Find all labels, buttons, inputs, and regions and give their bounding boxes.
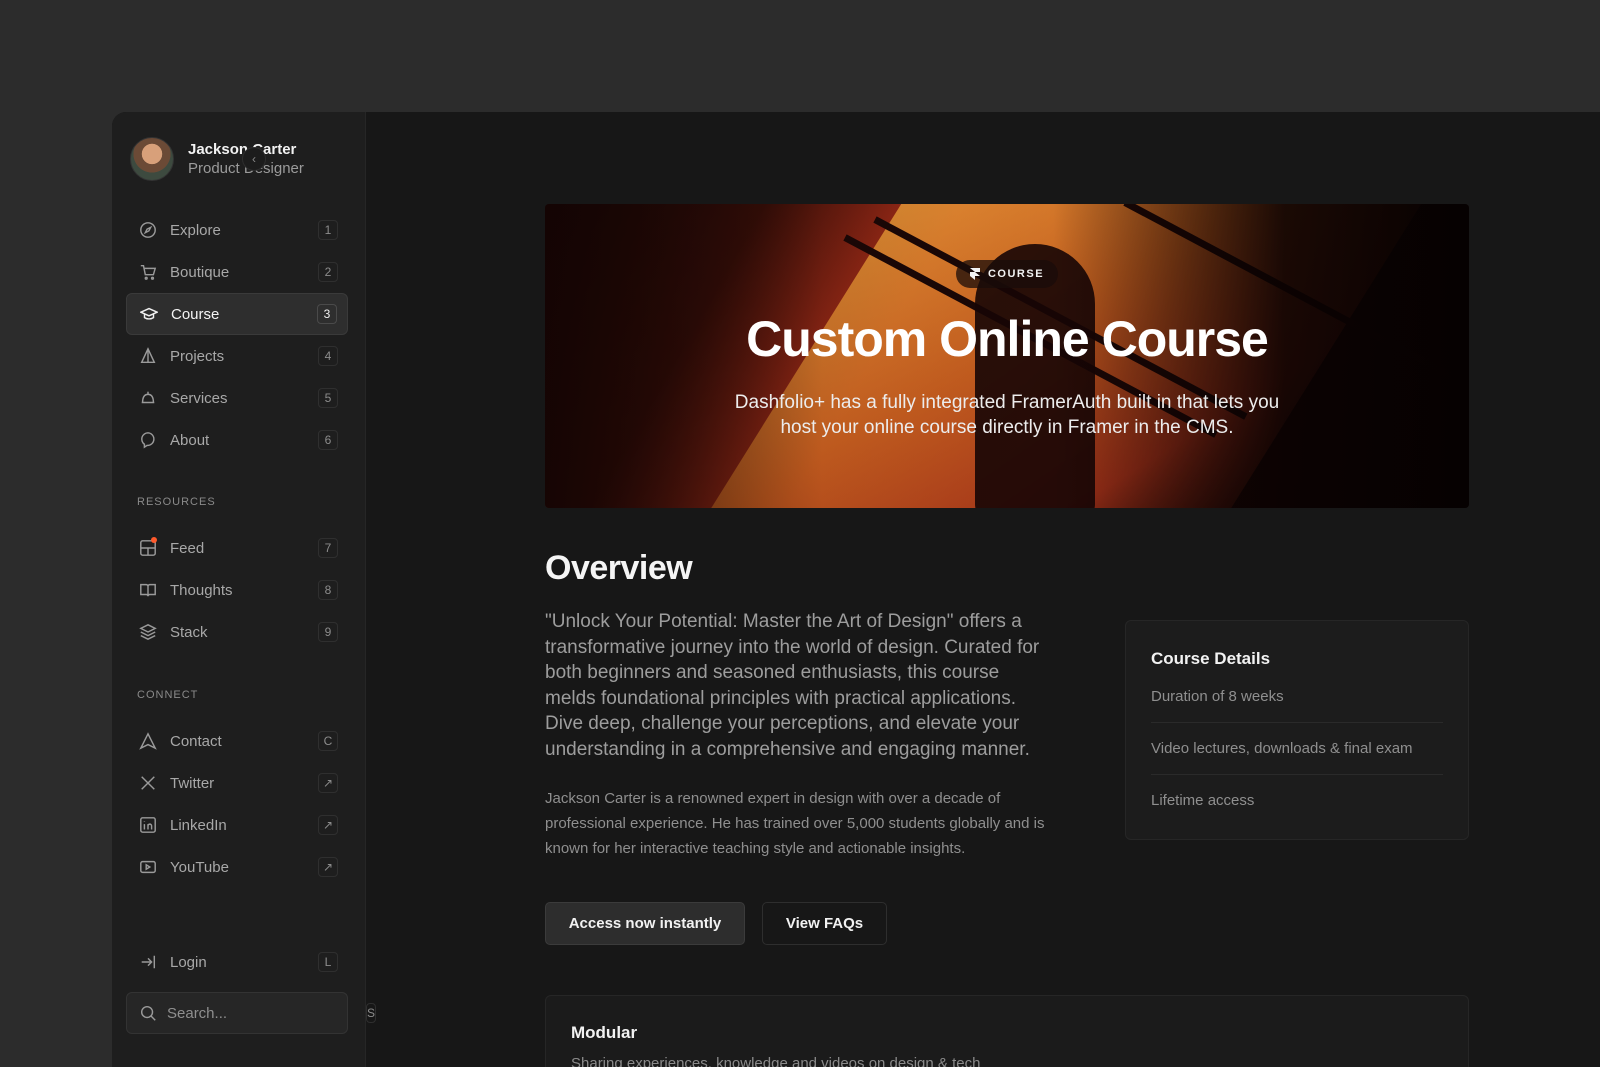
shortcut-key: 6 [318, 430, 338, 450]
login-arrow-icon [138, 952, 158, 972]
sidebar-item-label: Twitter [170, 774, 215, 792]
layers-icon [138, 622, 158, 642]
sidebar-item-label: Feed [170, 539, 205, 557]
shortcut-key: C [318, 731, 338, 751]
profile[interactable]: Jackson Carter Product Designer [130, 137, 304, 181]
shortcut-key: 5 [318, 388, 338, 408]
shortcut-key: 3 [317, 304, 337, 324]
main-nav: Explore 1 Boutique 2 Course 3 Projects 4… [126, 209, 348, 461]
course-details-card: Course Details Duration of 8 weeks Video… [1125, 620, 1469, 840]
youtube-icon [138, 857, 158, 877]
bell-icon [138, 388, 158, 408]
send-icon [138, 731, 158, 751]
overview-title: Overview [545, 549, 693, 587]
sidebar-item-feed[interactable]: Feed 7 [126, 527, 348, 569]
app-window: Jackson Carter Product Designer Explore … [112, 112, 1600, 1067]
sidebar-item-label: About [170, 431, 210, 449]
linkedin-icon [138, 815, 158, 835]
course-details-title: Course Details [1151, 649, 1271, 668]
x-logo-icon [138, 773, 158, 793]
course-badge: COURSE [955, 260, 1059, 288]
shortcut-key: 4 [318, 346, 338, 366]
overview-body: Jackson Carter is a renowned expert in d… [545, 790, 1045, 857]
sidebar-item-label: Contact [170, 732, 222, 750]
search-input[interactable] [167, 1004, 366, 1022]
sidebar-item-contact[interactable]: Contact C [126, 720, 348, 762]
search-icon [139, 1003, 157, 1023]
shortcut-key: 8 [318, 580, 338, 600]
access-now-button[interactable]: Access now instantly [545, 902, 745, 945]
shortcut-key: L [318, 952, 338, 972]
shapes-icon [138, 346, 158, 366]
modular-card: Modular Sharing experiences, knowledge a… [545, 995, 1469, 1067]
search-box[interactable]: S [126, 992, 377, 1034]
external-link-icon: ↗ [318, 773, 338, 793]
hero-subtitle: Dashfolio+ has a fully integrated Framer… [734, 392, 1280, 438]
sidebar-item-youtube[interactable]: YouTube ↗ [126, 846, 348, 888]
graduation-cap-icon [139, 304, 159, 324]
resources-nav: Feed 7 Thoughts 8 Stack 9 [126, 527, 348, 653]
sidebar-item-label: Thoughts [170, 581, 233, 599]
shortcut-key: 7 [318, 538, 338, 558]
sidebar-item-label: Stack [170, 623, 208, 641]
sidebar-item-linkedin[interactable]: LinkedIn ↗ [126, 804, 348, 846]
framer-logo-icon [969, 268, 980, 280]
hero-banner: COURSE Custom Online Course Dashfolio+ h… [545, 204, 1469, 508]
course-badge-label: COURSE [987, 268, 1045, 280]
notification-dot [151, 537, 157, 543]
sidebar-item-label: Explore [170, 221, 221, 239]
sidebar-item-about[interactable]: About 6 [126, 419, 348, 461]
section-label-resources: RESOURCES [137, 496, 216, 508]
sidebar: Jackson Carter Product Designer Explore … [112, 112, 377, 1067]
sidebar-collapse-button[interactable]: ‹ [242, 147, 266, 171]
section-label-connect: CONNECT [137, 689, 199, 701]
course-detail-item: Video lectures, downloads & final exam [1151, 723, 1443, 775]
sidebar-item-course[interactable]: Course 3 [126, 293, 348, 335]
avatar [130, 137, 174, 181]
sidebar-item-explore[interactable]: Explore 1 [126, 209, 348, 251]
shortcut-key: 2 [318, 262, 338, 282]
hero-title: Custom Online Course [746, 311, 1269, 367]
sidebar-item-label: Projects [170, 347, 225, 365]
sidebar-item-stack[interactable]: Stack 9 [126, 611, 348, 653]
modular-title: Modular [571, 1023, 638, 1042]
course-detail-item: Lifetime access [1151, 792, 1255, 809]
sidebar-item-thoughts[interactable]: Thoughts 8 [126, 569, 348, 611]
cart-icon [138, 262, 158, 282]
sidebar-item-label: Course [171, 305, 220, 323]
chat-bubble-icon [138, 430, 158, 450]
shortcut-key: 1 [318, 220, 338, 240]
connect-nav: Contact C Twitter ↗ LinkedIn ↗ YouTube ↗ [126, 720, 348, 888]
view-faqs-button[interactable]: View FAQs [762, 902, 887, 945]
chevron-left-icon: ‹ [252, 152, 256, 166]
sidebar-item-projects[interactable]: Projects 4 [126, 335, 348, 377]
modular-subtitle: Sharing experiences, knowledge and video… [571, 1055, 981, 1067]
sidebar-item-label: LinkedIn [170, 816, 227, 834]
shortcut-key: S [366, 1003, 377, 1023]
sidebar-item-label: YouTube [170, 858, 229, 876]
compass-icon [138, 220, 158, 240]
sidebar-item-label: Login [170, 953, 207, 971]
sidebar-item-label: Boutique [170, 263, 230, 281]
sidebar-item-label: Services [170, 389, 228, 407]
book-icon [138, 580, 158, 600]
shortcut-key: 9 [318, 622, 338, 642]
sidebar-item-login[interactable]: Login L [126, 941, 348, 983]
course-detail-item: Duration of 8 weeks [1151, 671, 1443, 723]
login-nav: Login L [126, 941, 348, 983]
sidebar-item-boutique[interactable]: Boutique 2 [126, 251, 348, 293]
external-link-icon: ↗ [318, 857, 338, 877]
external-link-icon: ↗ [318, 815, 338, 835]
sidebar-item-services[interactable]: Services 5 [126, 377, 348, 419]
overview-lead: "Unlock Your Potential: Master the Art o… [545, 611, 1040, 760]
sidebar-item-twitter[interactable]: Twitter ↗ [126, 762, 348, 804]
